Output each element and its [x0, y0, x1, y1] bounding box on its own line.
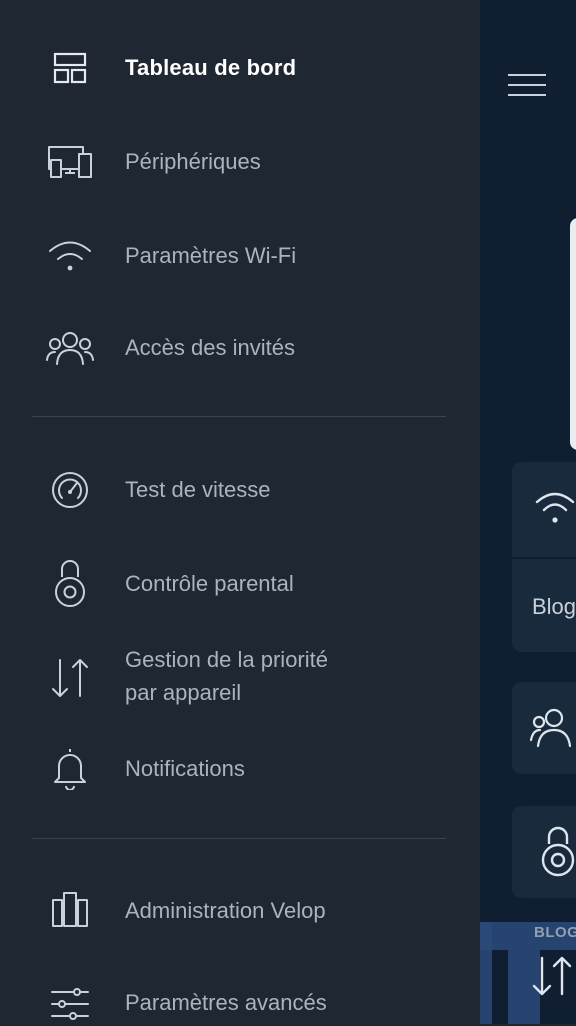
nav-item-notifications[interactable]: Notifications — [0, 744, 480, 794]
nav-item-velop-admin[interactable]: Administration Velop — [0, 886, 480, 936]
wifi-icon — [40, 232, 100, 280]
nav-label-notifications: Notifications — [125, 756, 245, 781]
nav-label-wifi-settings: Paramètres Wi-Fi — [125, 243, 297, 268]
menu-divider — [32, 416, 446, 417]
background-guests-icon — [530, 708, 572, 748]
nav-item-parental-control[interactable]: Contrôle parental — [0, 556, 480, 612]
nav-label-speed-test: Test de vitesse — [125, 477, 271, 502]
nav-label-advanced-settings: Paramètres avancés — [125, 990, 327, 1015]
nav-item-advanced-settings[interactable]: Paramètres avancés — [0, 978, 480, 1024]
nav-label-device-priority-line2: par appareil — [125, 680, 242, 705]
nav-label-guest-access: Accès des invités — [125, 335, 295, 360]
lock-icon — [40, 556, 100, 612]
nav-label-velop-admin: Administration Velop — [125, 898, 326, 923]
hamburger-menu-icon[interactable] — [508, 72, 548, 98]
up-down-arrows-icon — [40, 654, 100, 702]
nav-item-dashboard[interactable]: Tableau de bord — [0, 44, 480, 92]
nav-label-device-priority-line1: Gestion de la priorité — [125, 647, 328, 672]
background-lock-icon — [541, 826, 575, 877]
dashboard-icon — [40, 44, 100, 92]
background-white-card — [570, 218, 576, 450]
sliders-icon — [40, 978, 100, 1026]
bell-icon — [40, 744, 100, 792]
navigation-drawer: Tableau de bord Périphériques Paramètres… — [0, 0, 480, 1024]
nav-label-dashboard: Tableau de bord — [125, 55, 297, 80]
velop-nodes-icon — [40, 886, 100, 934]
nav-item-guest-access[interactable]: Accès des invités — [0, 324, 480, 372]
devices-icon — [40, 138, 100, 186]
nav-item-wifi-settings[interactable]: Paramètres Wi-Fi — [0, 232, 480, 280]
menu-divider — [32, 838, 446, 839]
background-wifi-icon — [535, 492, 575, 523]
background-network-name: Blog — [532, 594, 576, 619]
background-priority-icon — [532, 956, 572, 996]
speedometer-icon — [40, 466, 100, 514]
nav-label-parental-control: Contrôle parental — [125, 571, 294, 596]
watermark-blog-text: BLOG — [534, 924, 576, 941]
guests-icon — [40, 324, 100, 372]
nav-item-devices[interactable]: Périphériques — [0, 138, 480, 186]
nav-item-device-priority[interactable]: Gestion de la priorité par appareil — [0, 644, 480, 714]
nav-item-speed-test[interactable]: Test de vitesse — [0, 466, 480, 514]
nav-label-devices: Périphériques — [125, 149, 261, 174]
